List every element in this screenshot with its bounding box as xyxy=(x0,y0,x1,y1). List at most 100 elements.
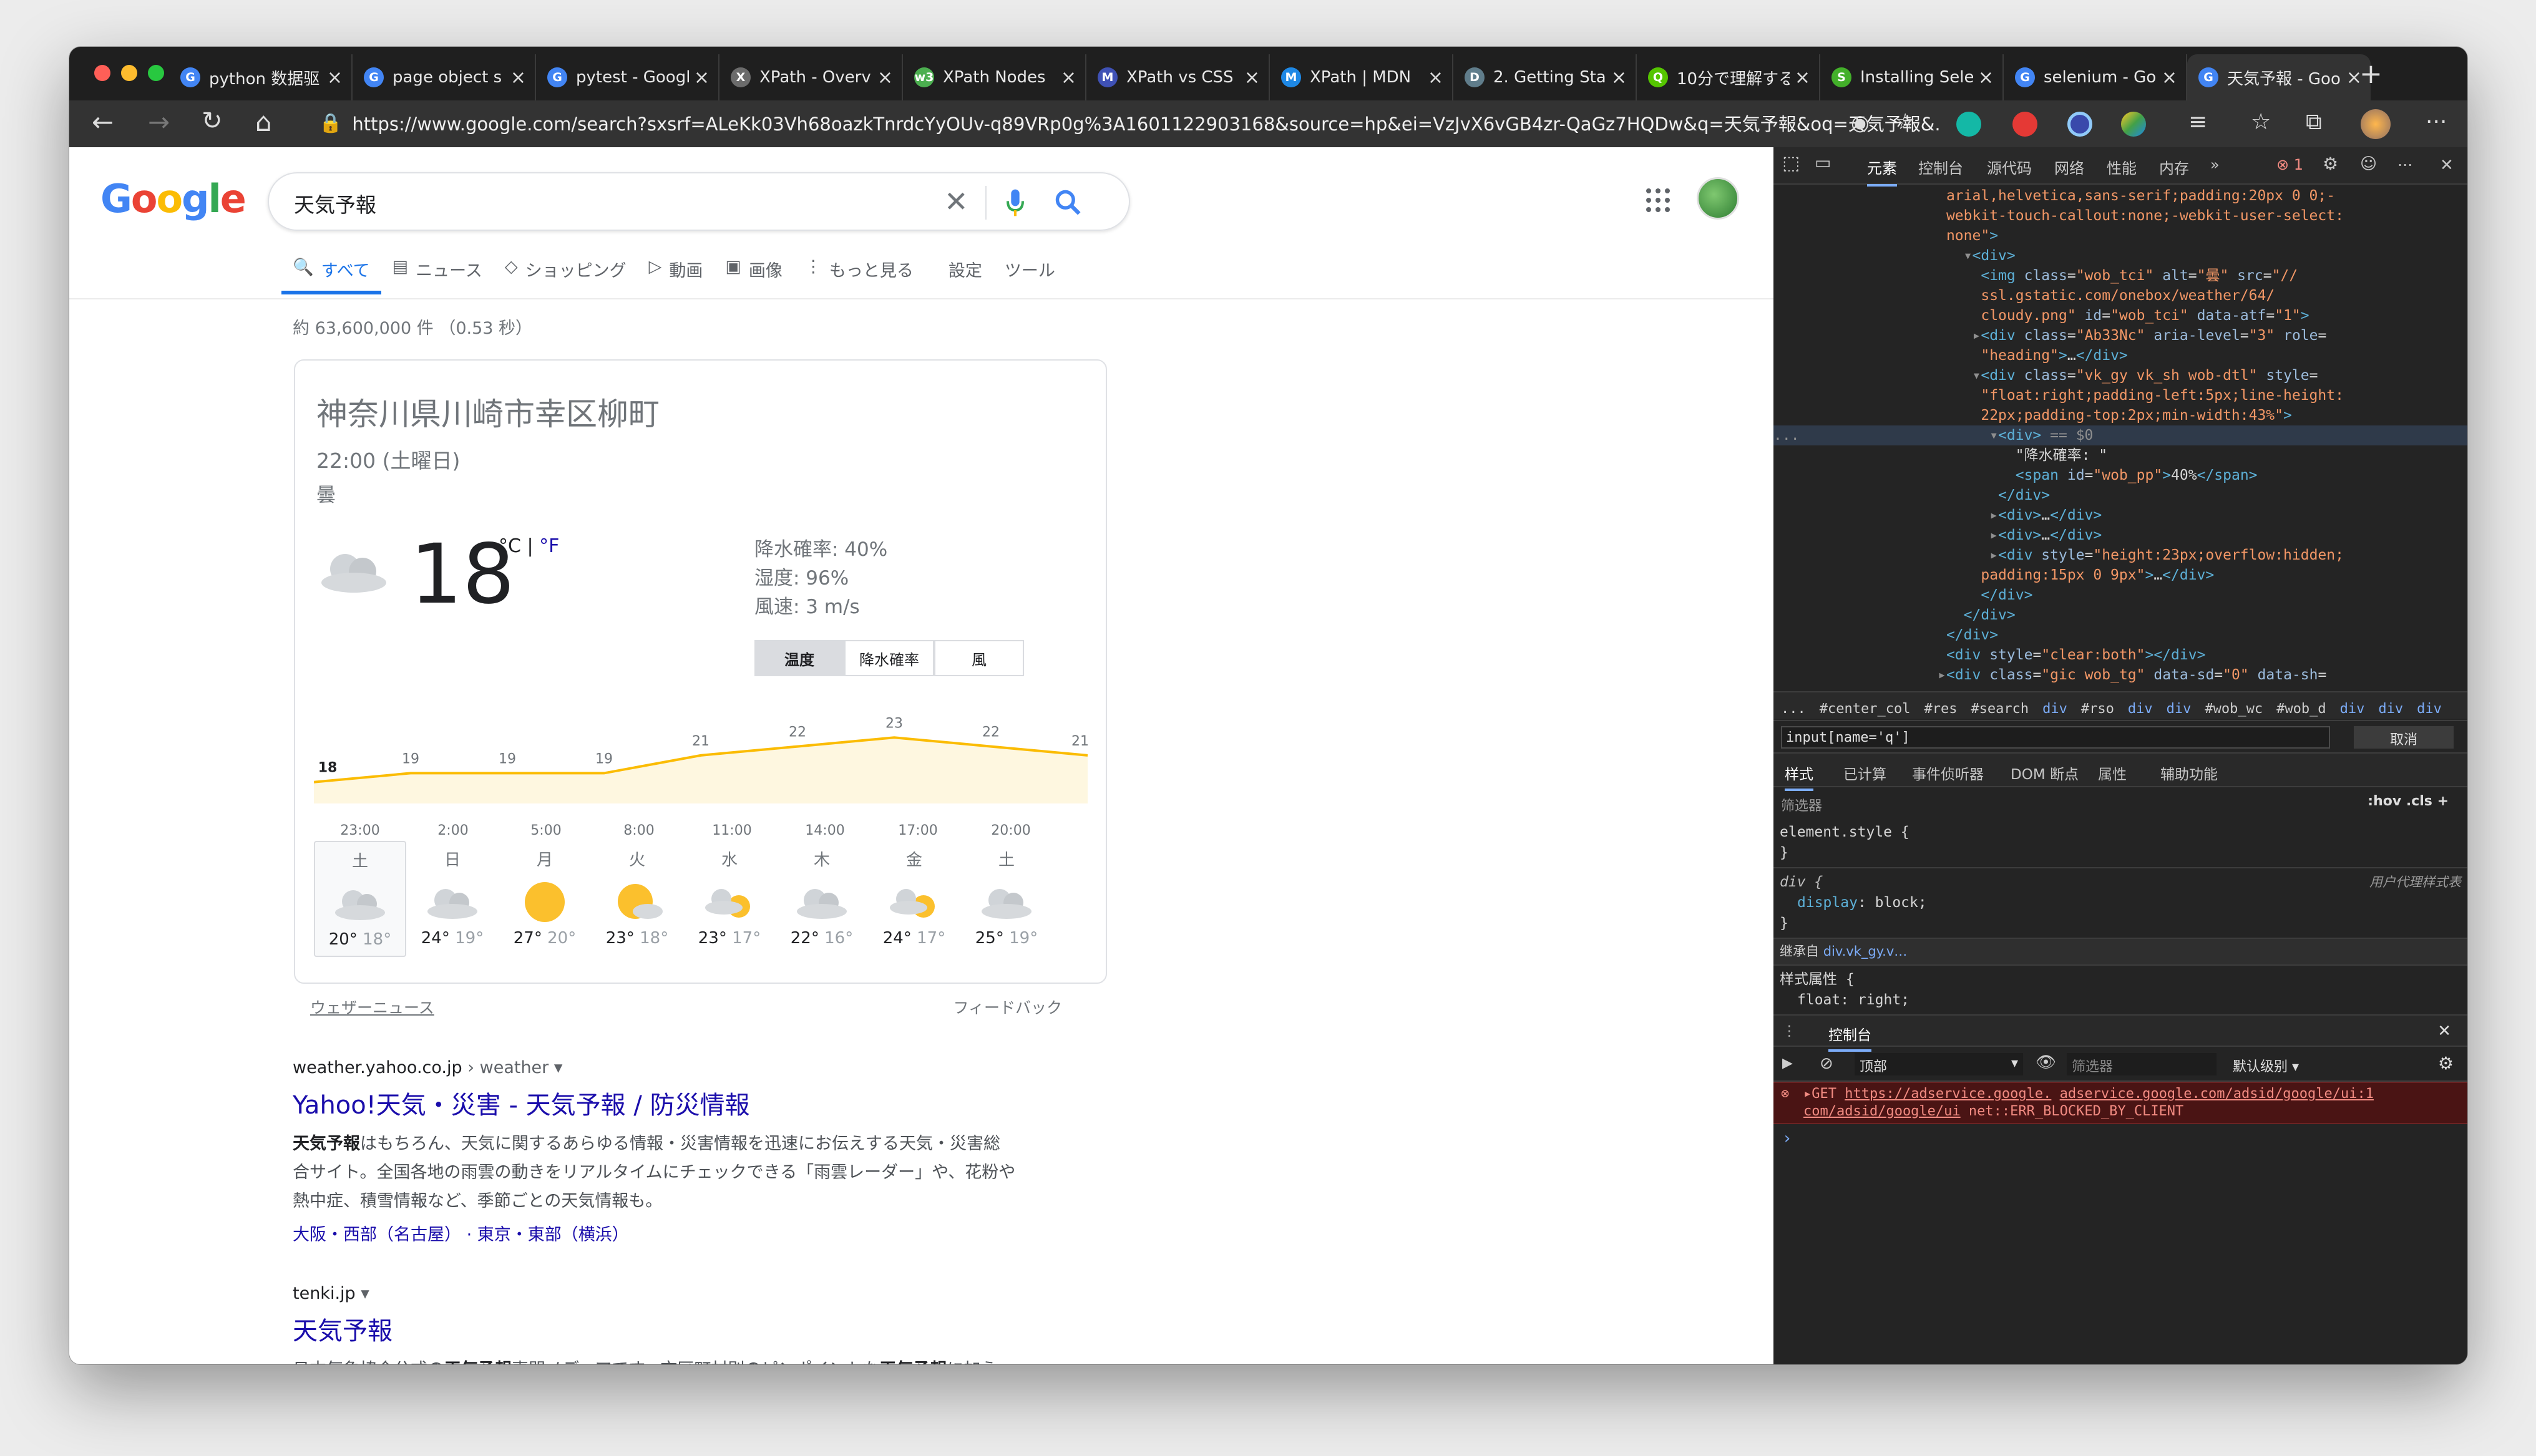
console-filter-input[interactable]: 筛选器 xyxy=(2067,1053,2217,1075)
breadcrumb-item[interactable]: #res xyxy=(1924,701,1957,717)
breadcrumb-item[interactable]: #center_col xyxy=(1820,701,1911,717)
dom-search-input[interactable]: input[name='q'] xyxy=(1781,726,2330,749)
dom-node-line[interactable]: webkit-touch-callout:none;-webkit-user-s… xyxy=(1773,206,2467,226)
close-tab-icon[interactable]: × xyxy=(1795,67,1810,89)
feedback-icon[interactable]: ☺ xyxy=(2360,155,2377,173)
dom-node-line[interactable]: ssl.gstatic.com/onebox/weather/64/ xyxy=(1773,286,2467,306)
error-method[interactable]: ▸GET xyxy=(1803,1086,1836,1102)
address-bar[interactable]: 🔒 https://www.google.com/search?sxsrf=AL… xyxy=(319,103,1941,143)
error-url[interactable]: https://adservice.google. xyxy=(1845,1086,2051,1102)
browser-tab[interactable]: M XPath vs CSS × xyxy=(1086,54,1270,100)
dom-node-line[interactable]: ▾<div> xyxy=(1773,246,2467,266)
inherited-selector[interactable]: div.vk_gy.v… xyxy=(1823,944,1908,959)
nav-tab[interactable]: 設定 xyxy=(937,257,993,294)
gear-icon[interactable]: ⚙ xyxy=(2323,153,2338,174)
tab-sources[interactable]: 源代码 xyxy=(1987,156,2032,178)
close-icon[interactable]: ✕ xyxy=(2440,156,2454,175)
browser-tab[interactable]: X XPath - Overv × xyxy=(719,54,903,100)
browser-tab[interactable]: Gpage object s × xyxy=(353,54,536,100)
dom-node-line[interactable]: ▸<div>…</div> xyxy=(1773,505,2467,525)
close-icon[interactable]: ✕ xyxy=(2437,1022,2451,1041)
day-forecast[interactable]: 水 23° 17° xyxy=(683,841,776,957)
nav-tab[interactable]: ⋮ もっと見る xyxy=(794,257,925,294)
browser-tab[interactable]: w3 XPath Nodes × xyxy=(903,54,1086,100)
error-badge[interactable]: ⊗ 1 xyxy=(2276,156,2303,173)
close-tab-icon[interactable]: × xyxy=(327,67,343,89)
dom-node-line[interactable]: none"> xyxy=(1773,226,2467,246)
context-select[interactable]: 顶部 ▾ xyxy=(1855,1053,2023,1075)
extension-icon-3[interactable] xyxy=(2067,112,2092,137)
maximize-window-button[interactable] xyxy=(148,65,164,81)
result-sitelinks[interactable]: 大阪・西部（名古屋） · 東京・東部（横浜） xyxy=(293,1221,1104,1245)
mic-icon[interactable] xyxy=(1005,188,1025,217)
back-button[interactable]: ← xyxy=(92,107,114,137)
dom-node-line[interactable]: </div> xyxy=(1773,585,2467,605)
day-forecast[interactable]: 土 20° 18° xyxy=(314,841,406,957)
search-box[interactable]: 天気予報 ✕ xyxy=(268,172,1130,231)
reading-list-icon[interactable]: ≡ xyxy=(2188,109,2207,135)
day-forecast[interactable]: 日 24° 19° xyxy=(406,841,499,957)
dom-node-line[interactable]: ▸<div class="gic wob_tg" data-sd="0" dat… xyxy=(1773,665,2467,685)
close-tab-icon[interactable]: × xyxy=(1428,67,1443,89)
breadcrumb-item[interactable]: #search xyxy=(1971,701,2029,717)
close-tab-icon[interactable]: × xyxy=(510,67,526,89)
browser-tab[interactable]: Gselenium - Go × xyxy=(2004,54,2187,100)
nav-tab[interactable]: 🔍 すべて xyxy=(281,257,381,294)
dom-node-line[interactable]: cloudy.png" id="wob_tci" data-atf="1"> xyxy=(1773,306,2467,326)
dom-node-line[interactable]: padding:15px 0 9px">…</div> xyxy=(1773,565,2467,585)
result-url[interactable]: tenki.jp ▾ xyxy=(293,1284,1104,1303)
nav-tab[interactable]: ツール xyxy=(993,257,1066,294)
dom-node-line[interactable]: </div> xyxy=(1773,625,2467,645)
forward-button[interactable]: → xyxy=(148,107,170,137)
day-forecast[interactable]: 火 23° 18° xyxy=(591,841,683,957)
dom-node-line[interactable]: ▸<div style="height:23px;overflow:hidden… xyxy=(1773,545,2467,565)
error-source-link[interactable]: adservice.google.com/adsid/google/ui:1 xyxy=(2060,1086,2374,1102)
dom-node-line[interactable]: ▸<div class="Ab33Nc" aria-level="3" role… xyxy=(1773,326,2467,346)
feedback-link[interactable]: フィードバック xyxy=(953,996,1062,1018)
day-forecast[interactable]: 木 22° 16° xyxy=(776,841,868,957)
dom-node-line[interactable]: <img class="wob_tci" alt="曇" src="// xyxy=(1773,266,2467,286)
weathernews-link[interactable]: ウェザーニュース xyxy=(310,996,434,1018)
tab-network[interactable]: 网络 xyxy=(2054,156,2084,178)
dom-node-line[interactable]: ▸<div>…</div> xyxy=(1773,525,2467,545)
profile-avatar[interactable] xyxy=(2361,109,2391,139)
tab-dom-breakpoints[interactable]: DOM 断点 xyxy=(2011,762,2079,784)
close-tab-icon[interactable]: × xyxy=(877,67,893,89)
result-title[interactable]: 天気予報 xyxy=(293,1311,1104,1347)
browser-tab[interactable]: Gpytest - Googl × xyxy=(536,54,719,100)
tab-event-listeners[interactable]: 事件侦听器 xyxy=(1912,762,1984,784)
element-style-rule[interactable]: element.style { } xyxy=(1773,818,2467,868)
nav-tab[interactable]: ▤ ニュース xyxy=(381,257,494,294)
chevron-down-icon[interactable]: ▾ xyxy=(554,1058,563,1077)
browser-tab[interactable]: D 2. Getting Star × xyxy=(1453,54,1637,100)
search-icon[interactable] xyxy=(1054,188,1081,216)
nav-tab[interactable]: ◇ ショッピング xyxy=(494,257,638,294)
day-forecast[interactable]: 土 25° 19° xyxy=(960,841,1053,957)
tab-properties[interactable]: 属性 xyxy=(2098,762,2127,784)
browser-tab[interactable]: Q 10分で理解する × xyxy=(1637,54,1820,100)
dom-node-line[interactable]: </div> xyxy=(1773,485,2467,505)
tab-computed[interactable]: 已计算 xyxy=(1843,762,1886,784)
result-url[interactable]: weather.yahoo.co.jp › weather ▾ xyxy=(293,1058,1104,1077)
day-forecast[interactable]: 金 24° 17° xyxy=(868,841,960,957)
tab-console[interactable]: 控制台 xyxy=(1918,156,1963,178)
dom-node-line[interactable]: ▾<div class="vk_gy vk_sh wob-dtl" style= xyxy=(1773,366,2467,386)
extension-icon-1[interactable] xyxy=(1956,112,1981,137)
breadcrumb-item[interactable]: div xyxy=(2042,701,2067,717)
breadcrumb-item[interactable]: div xyxy=(2417,701,2442,717)
google-logo[interactable]: Google xyxy=(100,176,246,221)
favorite-star-icon[interactable]: ☆ xyxy=(1895,109,1915,135)
favorites-icon[interactable]: ☆ xyxy=(2251,109,2271,135)
clear-console-icon[interactable]: ⊘ xyxy=(1820,1054,1833,1073)
gear-icon[interactable]: ⚙ xyxy=(2438,1053,2454,1074)
breadcrumb-item[interactable]: div xyxy=(2167,701,2192,717)
reload-button[interactable]: ↻ xyxy=(202,107,223,135)
temperature-button[interactable]: 温度 xyxy=(754,640,844,676)
day-forecast[interactable]: 月 27° 20° xyxy=(499,841,591,957)
dom-node-line[interactable]: arial,helvetica,sans-serif;padding:20px … xyxy=(1773,186,2467,206)
search-input[interactable]: 天気予報 xyxy=(294,188,376,218)
new-tab-button[interactable]: + xyxy=(2359,58,2382,90)
nav-tab[interactable]: ▷ 動画 xyxy=(638,257,714,294)
breadcrumb-item[interactable]: #rso xyxy=(2081,701,2114,717)
drawer-menu-icon[interactable]: ⋮ xyxy=(1782,1023,1797,1039)
